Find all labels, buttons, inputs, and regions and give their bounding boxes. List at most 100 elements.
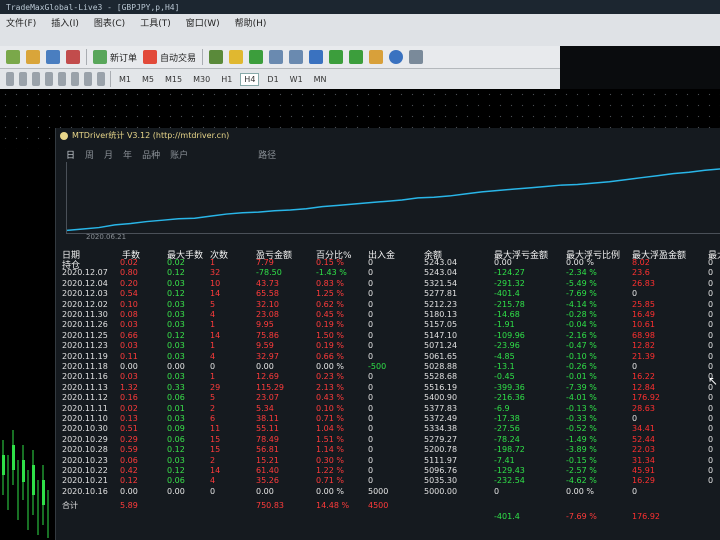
row-count: 15 bbox=[210, 434, 221, 444]
indicators-icon[interactable] bbox=[369, 50, 384, 64]
zoom-in-icon[interactable] bbox=[269, 50, 284, 64]
row-percent: 1.51 % bbox=[316, 434, 344, 444]
templates-icon[interactable] bbox=[409, 50, 424, 64]
row-pl: 32.97 bbox=[256, 351, 279, 361]
tab-week[interactable]: 周 bbox=[85, 148, 94, 161]
horizontal-line-icon[interactable] bbox=[45, 72, 53, 86]
fibonacci-icon[interactable] bbox=[71, 72, 79, 86]
row-max-extra: 0 bbox=[708, 278, 714, 288]
row-deposit: 0 bbox=[368, 268, 374, 278]
row-deposit: 0 bbox=[368, 299, 374, 309]
menu-window[interactable]: 窗口(W) bbox=[186, 16, 220, 29]
row-count: 5 bbox=[210, 393, 216, 403]
tab-account[interactable]: 账户 bbox=[170, 148, 188, 161]
timeframe-w1[interactable]: W1 bbox=[287, 74, 306, 85]
row-max-float-gain: 26.83 bbox=[632, 278, 655, 288]
menu-file[interactable]: 文件(F) bbox=[6, 16, 36, 29]
menu-tools[interactable]: 工具(T) bbox=[140, 16, 171, 29]
row-max-float-loss: -109.96 bbox=[494, 330, 525, 340]
row-count: 11 bbox=[210, 424, 221, 434]
row-count: 1 bbox=[210, 372, 216, 382]
row-deposit: 0 bbox=[368, 466, 374, 475]
timeframe-m15[interactable]: M15 bbox=[162, 74, 185, 85]
menu-insert[interactable]: 插入(I) bbox=[51, 16, 79, 29]
row-balance: 5000.00 bbox=[424, 486, 458, 496]
panel-title: MTDriver统计 V3.12 (http://mtdriver.cn) bbox=[60, 130, 229, 141]
row-max-extra: 0 bbox=[708, 320, 714, 330]
row-date: 2020.10.21 bbox=[62, 476, 108, 486]
timeframe-d1[interactable]: D1 bbox=[264, 74, 281, 85]
arrow-icon[interactable] bbox=[97, 72, 105, 86]
new-chart-icon[interactable] bbox=[6, 50, 20, 64]
row-max-float-loss: -17.38 bbox=[494, 414, 520, 423]
crosshair-icon[interactable] bbox=[19, 72, 27, 86]
row-date: 2020.11.25 bbox=[62, 330, 108, 340]
row-max-lots: 0.03 bbox=[167, 320, 185, 330]
timeframe-h4[interactable]: H4 bbox=[240, 72, 260, 86]
tab-day[interactable]: 日 bbox=[66, 148, 75, 161]
timeframe-m1[interactable]: M1 bbox=[116, 74, 134, 85]
timeframe-h1[interactable]: H1 bbox=[218, 74, 235, 85]
row-deposit: 0 bbox=[368, 414, 374, 423]
row-lots: 0.13 bbox=[120, 414, 138, 423]
tab-path[interactable]: 路径 bbox=[258, 148, 276, 161]
tile-windows-icon[interactable] bbox=[309, 50, 324, 64]
row-count: 6 bbox=[210, 414, 216, 423]
row-max-lots: 0.03 bbox=[167, 341, 185, 351]
row-date: 2020.11.12 bbox=[62, 393, 108, 403]
tab-month[interactable]: 月 bbox=[104, 148, 113, 161]
row-lots: 0.16 bbox=[120, 393, 138, 403]
row-date: 2020.11.16 bbox=[62, 372, 108, 382]
timeframe-mn[interactable]: MN bbox=[311, 74, 330, 85]
vertical-line-icon[interactable] bbox=[32, 72, 40, 86]
profiles-icon[interactable] bbox=[26, 50, 40, 64]
row-deposit: 0 bbox=[368, 320, 374, 330]
chart-shift-icon[interactable] bbox=[329, 50, 344, 64]
autoscroll-icon[interactable] bbox=[349, 50, 364, 64]
total-deposit: 4500 bbox=[368, 501, 389, 510]
row-percent: 0.23 % bbox=[316, 372, 344, 382]
table-row: 2020.12.03 0.54 0.12 14 65.58 1.25 % 0 5277.81 -… bbox=[60, 289, 720, 299]
tab-symbol[interactable]: 品种 bbox=[142, 148, 160, 161]
row-pl: 75.86 bbox=[256, 330, 279, 340]
periods-icon[interactable] bbox=[389, 50, 404, 64]
timeframe-m30[interactable]: M30 bbox=[190, 74, 213, 85]
row-deposit: 0 bbox=[368, 476, 374, 486]
row-lots: 0.03 bbox=[120, 372, 138, 382]
menu-help[interactable]: 帮助(H) bbox=[235, 16, 267, 29]
navigator-icon[interactable] bbox=[66, 50, 80, 64]
row-max-float-gain: 0 bbox=[632, 414, 638, 423]
bar-chart-icon[interactable] bbox=[209, 50, 224, 64]
candle-chart-icon[interactable] bbox=[229, 50, 244, 64]
zoom-out-icon[interactable] bbox=[289, 50, 304, 64]
row-percent: 0.43 % bbox=[316, 393, 344, 403]
row-max-extra: 0 bbox=[708, 403, 714, 413]
market-watch-icon[interactable] bbox=[46, 50, 60, 64]
row-pl: 9.95 bbox=[256, 320, 274, 330]
row-lots: 0.12 bbox=[120, 476, 138, 486]
row-max-float-loss-ratio: -0.28 % bbox=[566, 310, 597, 319]
timeframe-m5[interactable]: M5 bbox=[139, 74, 157, 85]
row-percent: 0.45 % bbox=[316, 310, 344, 319]
row-max-extra: 0 bbox=[708, 414, 714, 423]
trendline-icon[interactable] bbox=[58, 72, 66, 86]
row-lots: 0.03 bbox=[120, 341, 138, 351]
row-max-float-loss: -14.68 bbox=[494, 310, 520, 319]
menu-chart[interactable]: 图表(C) bbox=[94, 16, 125, 29]
row-max-extra: 0 bbox=[708, 476, 714, 486]
row-balance: 5400.90 bbox=[424, 393, 458, 403]
tab-year[interactable]: 年 bbox=[123, 148, 132, 161]
row-max-extra: 0 bbox=[708, 455, 714, 465]
text-icon[interactable] bbox=[84, 72, 92, 86]
row-percent: 0.71 % bbox=[316, 476, 344, 486]
auto-trading-button[interactable]: 自动交易 bbox=[143, 50, 196, 64]
cursor-icon[interactable] bbox=[6, 72, 14, 86]
row-max-float-loss-ratio: -1.49 % bbox=[566, 434, 597, 444]
row-max-float-loss-ratio: -2.34 % bbox=[566, 268, 597, 278]
row-lots: 0.00 bbox=[120, 486, 138, 496]
row-deposit: -500 bbox=[368, 362, 387, 371]
row-max-float-loss-ratio: -3.89 % bbox=[566, 445, 597, 455]
row-max-float-gain: 0 bbox=[632, 486, 638, 496]
new-order-button[interactable]: 新订单 bbox=[93, 50, 137, 64]
line-chart-icon[interactable] bbox=[249, 50, 264, 64]
